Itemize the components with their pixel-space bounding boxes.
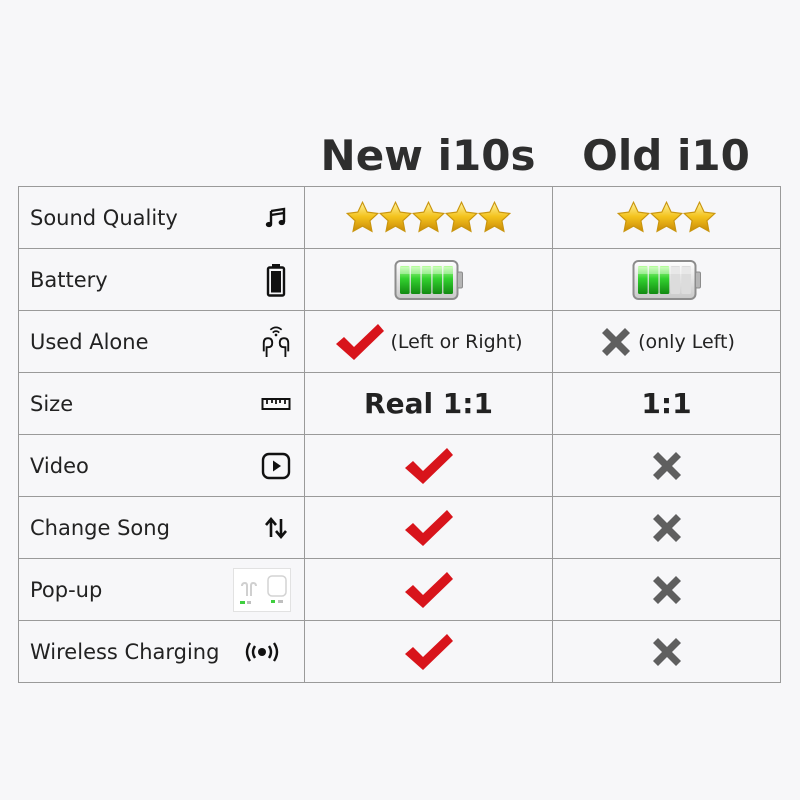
new-value-cell bbox=[304, 248, 553, 311]
cross-mark-icon bbox=[649, 510, 685, 546]
battery-gloss bbox=[637, 266, 691, 274]
star-icon bbox=[682, 200, 717, 235]
feature-label: Sound Quality bbox=[30, 205, 178, 230]
feature-cell: Video bbox=[18, 434, 305, 497]
star-icon bbox=[477, 200, 512, 235]
ruler-icon bbox=[260, 386, 292, 422]
feature-cell: Size bbox=[18, 372, 305, 435]
star-icon bbox=[411, 200, 446, 235]
wireless-charging-icon bbox=[232, 634, 292, 670]
old-i10-header: Old i10 bbox=[582, 131, 750, 180]
new-battery-gauge bbox=[394, 259, 463, 300]
old-rating-stars bbox=[617, 200, 716, 235]
check-mark-icon bbox=[403, 508, 455, 548]
new-value-cell bbox=[304, 434, 553, 497]
old-value-cell bbox=[552, 248, 781, 311]
feature-label: Wireless Charging bbox=[30, 639, 220, 664]
old-value-cell bbox=[552, 186, 781, 249]
table-row: Pop-up bbox=[18, 558, 781, 621]
feature-label: Pop-up bbox=[30, 577, 103, 602]
table-row: Size Real 1:1 1:1 bbox=[18, 372, 781, 435]
old-battery-gauge bbox=[632, 259, 701, 300]
feature-label: Change Song bbox=[30, 515, 170, 540]
new-value-cell: Real 1:1 bbox=[304, 372, 553, 435]
battery-icon bbox=[260, 262, 292, 298]
cross-mark-icon bbox=[598, 324, 634, 360]
star-icon bbox=[378, 200, 413, 235]
play-icon bbox=[260, 448, 292, 484]
check-mark-icon bbox=[403, 632, 455, 672]
feature-cell: Change Song bbox=[18, 496, 305, 559]
new-value-cell bbox=[304, 186, 553, 249]
new-value-cell: (Left or Right) bbox=[304, 310, 553, 373]
new-value-cell bbox=[304, 558, 553, 621]
star-icon bbox=[444, 200, 479, 235]
comparison-table: Sound Quality Battery Used Alone (Left o… bbox=[18, 186, 781, 683]
cross-mark-icon bbox=[649, 448, 685, 484]
music-note-icon bbox=[260, 200, 292, 236]
feature-cell: Battery bbox=[18, 248, 305, 311]
table-row: Battery bbox=[18, 248, 781, 311]
old-size-text: 1:1 bbox=[641, 387, 692, 420]
battery-terminal bbox=[456, 271, 463, 288]
new-size-text: Real 1:1 bbox=[364, 387, 493, 420]
old-value-cell bbox=[552, 496, 781, 559]
new-value-cell bbox=[304, 620, 553, 683]
check-mark-icon bbox=[334, 322, 386, 362]
feature-cell: Used Alone bbox=[18, 310, 305, 373]
feature-label: Used Alone bbox=[30, 329, 149, 354]
feature-label: Battery bbox=[30, 267, 108, 292]
old-value-cell: (only Left) bbox=[552, 310, 781, 373]
star-icon bbox=[616, 200, 651, 235]
feature-cell: Pop-up bbox=[18, 558, 305, 621]
popup-thumbnail-icon bbox=[232, 567, 292, 612]
old-value-cell bbox=[552, 620, 781, 683]
cross-mark-icon bbox=[649, 634, 685, 670]
table-row: Wireless Charging bbox=[18, 620, 781, 683]
table-row: Change Song bbox=[18, 496, 781, 559]
new-value-cell bbox=[304, 496, 553, 559]
feature-cell: Wireless Charging bbox=[18, 620, 305, 683]
old-used-alone-note: (only Left) bbox=[638, 330, 735, 353]
battery-gloss bbox=[399, 266, 453, 274]
new-rating-stars bbox=[346, 200, 511, 235]
feature-label: Size bbox=[30, 391, 74, 416]
feature-cell: Sound Quality bbox=[18, 186, 305, 249]
star-icon bbox=[649, 200, 684, 235]
cross-mark-icon bbox=[649, 572, 685, 608]
swap-arrows-icon bbox=[260, 510, 292, 546]
check-mark-icon bbox=[403, 446, 455, 486]
new-used-alone-note: (Left or Right) bbox=[390, 330, 523, 353]
star-icon bbox=[345, 200, 380, 235]
battery-terminal bbox=[694, 271, 701, 288]
old-value-cell bbox=[552, 558, 781, 621]
table-row: Video bbox=[18, 434, 781, 497]
old-value-cell: 1:1 bbox=[552, 372, 781, 435]
earbuds-icon bbox=[260, 324, 292, 360]
new-i10s-header: New i10s bbox=[320, 131, 536, 180]
check-mark-icon bbox=[403, 570, 455, 610]
feature-label: Video bbox=[30, 453, 89, 478]
table-row: Used Alone (Left or Right) (only Left) bbox=[18, 310, 781, 373]
old-value-cell bbox=[552, 434, 781, 497]
table-row: Sound Quality bbox=[18, 186, 781, 249]
